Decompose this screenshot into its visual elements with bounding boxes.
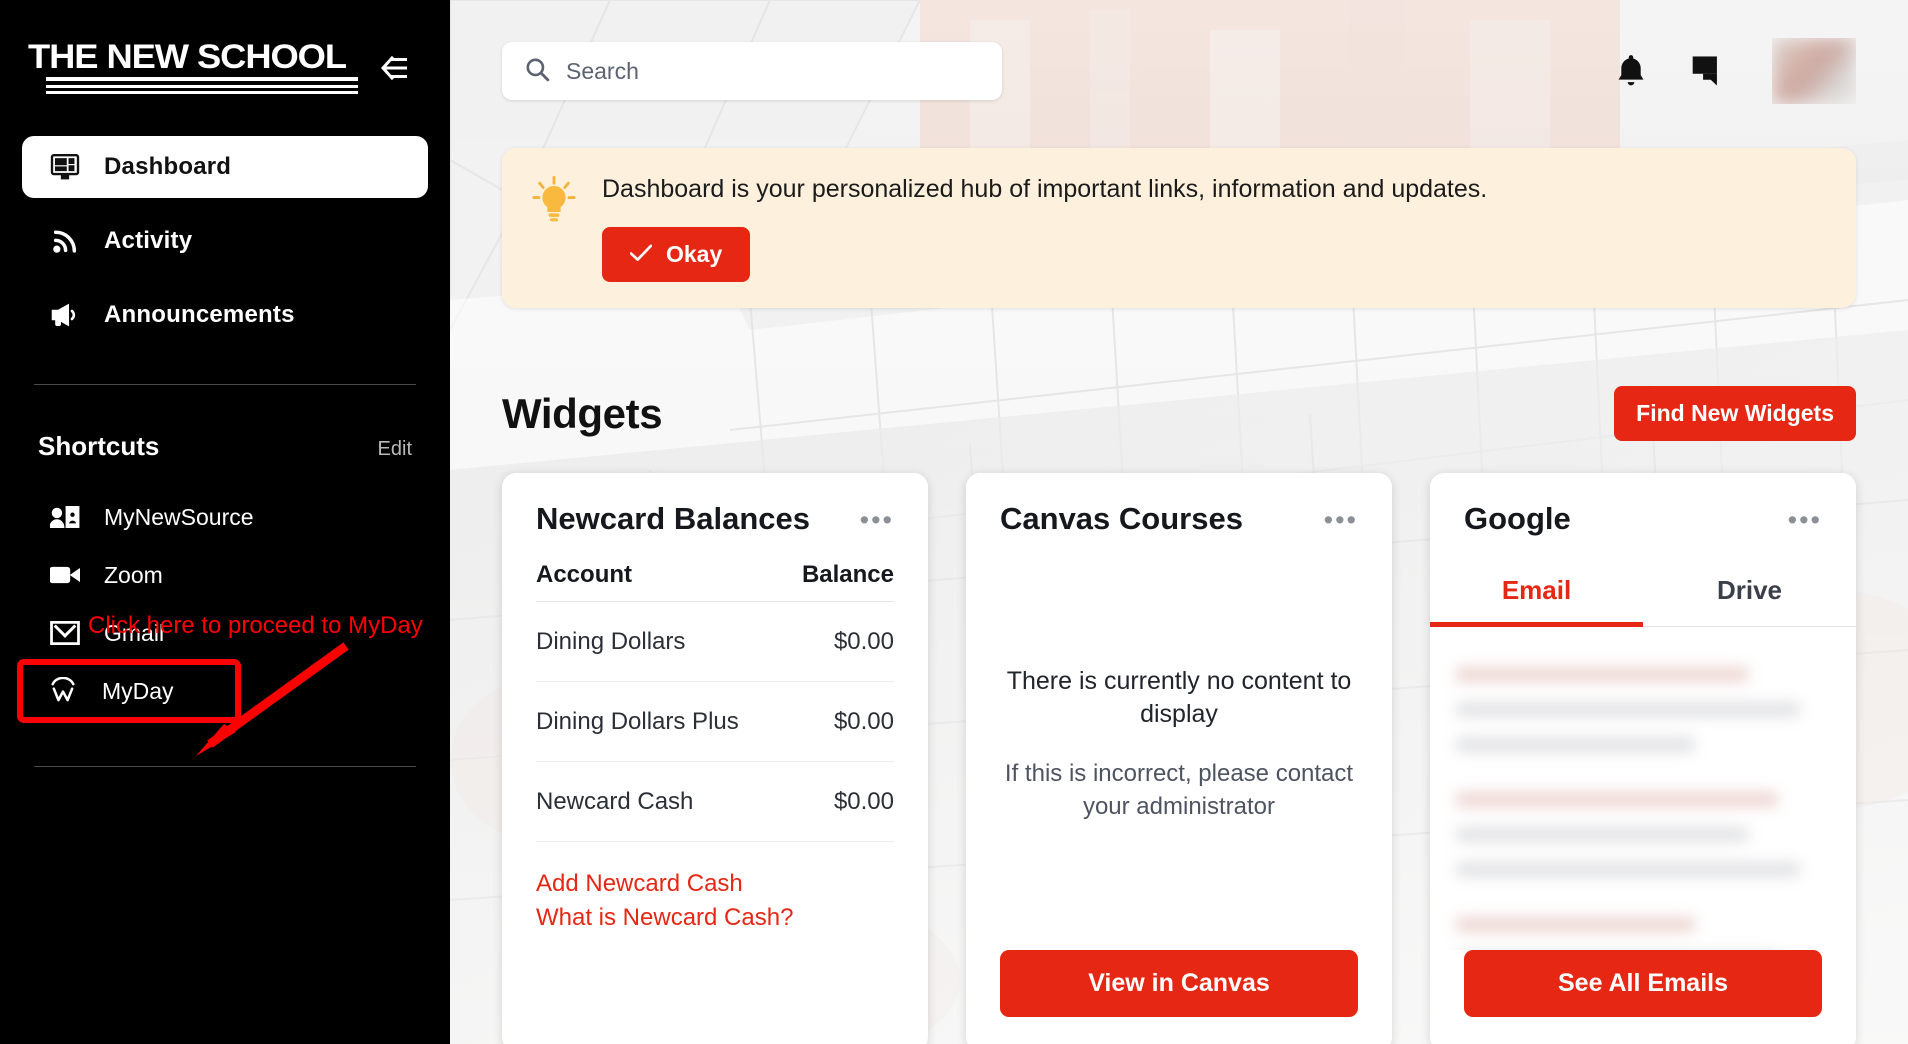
view-in-canvas-button[interactable]: View in Canvas	[1000, 950, 1358, 1018]
svg-text:THE NEW SCHOOL: THE NEW SCHOOL	[28, 38, 346, 76]
table-header-row: Account Balance	[536, 561, 894, 603]
okay-button-label: Okay	[666, 241, 723, 268]
widget-header: Canvas Courses •••	[966, 473, 1392, 537]
widgets-grid: Newcard Balances ••• Account Balance Din…	[502, 473, 1856, 1044]
page-title: Widgets	[502, 389, 663, 437]
sidebar-item-label: Activity	[104, 227, 193, 254]
cell-account: Newcard Cash	[536, 787, 694, 815]
cell-account: Dining Dollars	[536, 627, 686, 655]
ellipsis-icon[interactable]: •••	[1324, 501, 1358, 534]
cell-balance: $0.00	[833, 707, 894, 735]
sidebar-item-activity[interactable]: Activity	[22, 210, 428, 272]
shortcut-zoom[interactable]: Zoom	[22, 546, 428, 604]
widget-title: Google	[1464, 501, 1571, 537]
search-box[interactable]	[502, 42, 1002, 100]
banner-text: Dashboard is your personalized hub of im…	[602, 175, 1488, 203]
sidebar-header: THE NEW SCHOOL	[0, 0, 450, 96]
column-header-balance: Balance	[801, 561, 894, 589]
avatar[interactable]	[1772, 38, 1856, 104]
ellipsis-icon[interactable]: •••	[1788, 501, 1822, 534]
empty-message: There is currently no content to display	[1006, 666, 1352, 729]
widget-header: Newcard Balances •••	[502, 473, 928, 537]
shortcuts-header: Shortcuts Edit	[0, 385, 450, 462]
sidebar-divider-bottom	[34, 766, 416, 767]
sidebar-item-dashboard[interactable]: Dashboard	[22, 136, 428, 198]
widget-canvas-courses: Canvas Courses ••• There is currently no…	[966, 473, 1392, 1044]
sidebar-item-announcements[interactable]: Announcements	[22, 284, 428, 346]
sidebar-item-label: Announcements	[104, 301, 295, 328]
cell-balance: $0.00	[833, 787, 894, 815]
id-card-icon	[48, 500, 82, 534]
video-camera-icon	[48, 558, 82, 592]
shortcuts-list: MyNewSource Zoom Gmail MyDay	[0, 462, 450, 723]
dashboard-icon	[48, 150, 82, 184]
topbar-actions	[1614, 38, 1856, 104]
shortcut-label: MyNewSource	[104, 503, 254, 530]
okay-button[interactable]: Okay	[602, 227, 751, 283]
banner-body: Dashboard is your personalized hub of im…	[602, 174, 1826, 283]
table-row: Dining Dollars Plus $0.00	[536, 682, 894, 763]
topbar	[450, 0, 1908, 110]
shortcut-myday[interactable]: MyDay	[17, 659, 241, 723]
cell-account: Dining Dollars Plus	[536, 707, 739, 735]
search-icon	[524, 56, 550, 87]
newcard-links: Add Newcard Cash What is Newcard Cash?	[502, 842, 928, 932]
shortcuts-title: Shortcuts	[38, 431, 160, 461]
shortcuts-edit-link[interactable]: Edit	[378, 438, 412, 461]
widget-title: Canvas Courses	[1000, 501, 1243, 537]
cell-balance: $0.00	[833, 627, 894, 655]
dashboard-page: THE NEW SCHOOL Dashboard Activity Announ…	[0, 0, 1908, 1044]
shortcut-label: Zoom	[104, 561, 163, 588]
sidebar-item-label: Dashboard	[104, 153, 232, 180]
widget-newcard-balances: Newcard Balances ••• Account Balance Din…	[502, 473, 928, 1044]
megaphone-icon	[48, 298, 82, 332]
widget-footer: See All Emails	[1430, 950, 1856, 1044]
widgets-header: Widgets Find New Widgets	[502, 386, 1856, 442]
bell-icon[interactable]	[1614, 53, 1648, 89]
the-new-school-logo: THE NEW SCHOOL	[28, 34, 358, 96]
collapse-sidebar-icon[interactable]	[374, 48, 414, 88]
check-icon	[629, 241, 653, 268]
main-content: Dashboard is your personalized hub of im…	[450, 0, 1908, 1044]
see-all-emails-button[interactable]: See All Emails	[1464, 950, 1822, 1018]
table-row: Newcard Cash $0.00	[536, 762, 894, 843]
google-email-list[interactable]	[1430, 627, 1856, 950]
google-tabs: Email Drive	[1430, 561, 1856, 628]
chat-bubble-icon[interactable]	[1692, 55, 1728, 87]
shortcut-mynewsource[interactable]: MyNewSource	[22, 488, 428, 546]
rss-activity-icon	[48, 224, 82, 258]
blurred-email-content	[1430, 651, 1856, 950]
lightbulb-icon	[532, 174, 576, 282]
canvas-empty-state: There is currently no content to display…	[966, 537, 1392, 950]
search-container	[502, 42, 1002, 100]
column-header-account: Account	[536, 561, 632, 589]
widget-footer: View in Canvas	[966, 950, 1392, 1044]
newcard-table: Account Balance Dining Dollars $0.00 Din…	[502, 561, 928, 843]
widget-title: Newcard Balances	[536, 501, 810, 537]
tab-email[interactable]: Email	[1430, 561, 1643, 628]
sidebar: THE NEW SCHOOL Dashboard Activity Announ…	[0, 0, 450, 1044]
gmail-envelope-icon	[48, 616, 82, 650]
info-banner: Dashboard is your personalized hub of im…	[502, 148, 1856, 309]
search-input[interactable]	[566, 57, 980, 85]
shortcut-label: MyDay	[102, 677, 174, 704]
add-newcard-cash-link[interactable]: Add Newcard Cash	[536, 870, 894, 898]
table-row: Dining Dollars $0.00	[536, 602, 894, 683]
widget-google: Google ••• Email Drive See All Emails	[1430, 473, 1856, 1044]
find-new-widgets-button[interactable]: Find New Widgets	[1614, 386, 1856, 442]
what-is-newcard-cash-link[interactable]: What is Newcard Cash?	[536, 904, 894, 932]
annotation-text: Click here to proceed to MyDay	[88, 612, 423, 639]
tab-drive[interactable]: Drive	[1643, 561, 1856, 627]
widget-header: Google •••	[1430, 473, 1856, 537]
workday-w-icon	[46, 674, 80, 708]
empty-submessage: If this is incorrect, please contact you…	[1004, 760, 1354, 820]
ellipsis-icon[interactable]: •••	[860, 501, 894, 534]
primary-nav: Dashboard Activity Announcements	[0, 136, 450, 346]
